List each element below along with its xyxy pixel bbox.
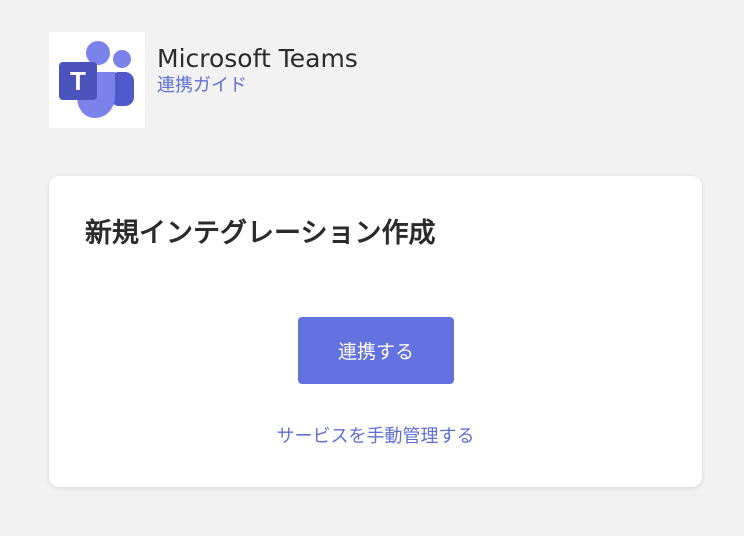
app-header: T Microsoft Teams 連携ガイド [49,32,358,128]
teams-logo: T [49,32,145,128]
teams-logo-letter: T [70,66,86,96]
integration-guide-link[interactable]: 連携ガイド [157,74,358,98]
teams-logo-icon: T [59,41,134,118]
app-title: Microsoft Teams [157,44,358,73]
manual-manage-link[interactable]: サービスを手動管理する [49,422,702,448]
connect-button[interactable]: 連携する [298,317,454,384]
integration-card: 新規インテグレーション作成 連携する サービスを手動管理する [49,176,702,487]
card-title: 新規インテグレーション作成 [85,218,436,249]
app-text: Microsoft Teams 連携ガイド [157,44,358,98]
